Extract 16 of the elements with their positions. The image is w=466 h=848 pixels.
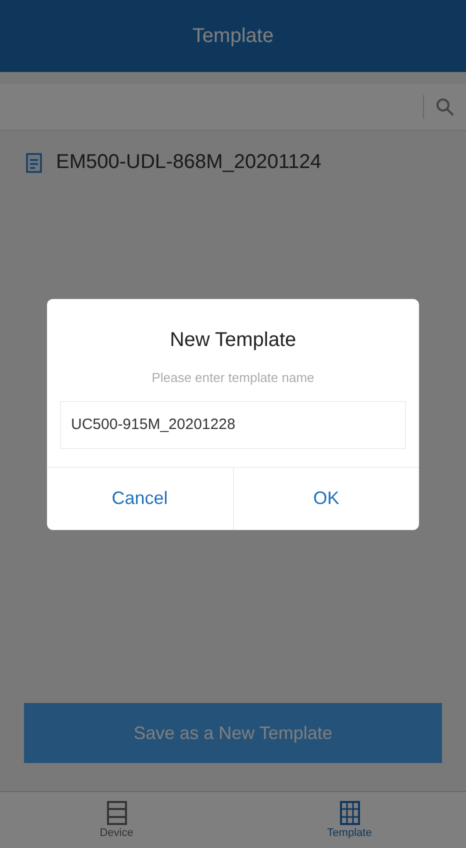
name-input[interactable]: UC500-915M_20201228 [60,400,406,448]
nav-tab[interactable]: Template [233,792,466,848]
save-template-button[interactable]: Save as a New Template [24,703,442,763]
dialog-title: New Template [170,328,296,352]
server-icon [106,801,128,825]
cancel-button[interactable]: Cancel [47,468,232,530]
header-title: Template [192,24,274,48]
grid-icon [338,801,360,825]
nav-tab[interactable]: Device [0,792,233,848]
document-icon [26,152,42,172]
search-button[interactable] [423,95,454,119]
ok-button[interactable]: OK [232,468,419,530]
search-bar[interactable] [0,84,466,131]
template-name[interactable]: EM500-UDL-868M_20201124 [56,151,322,174]
dialog-hint: Please enter template name [152,370,314,384]
search-icon [436,98,454,116]
